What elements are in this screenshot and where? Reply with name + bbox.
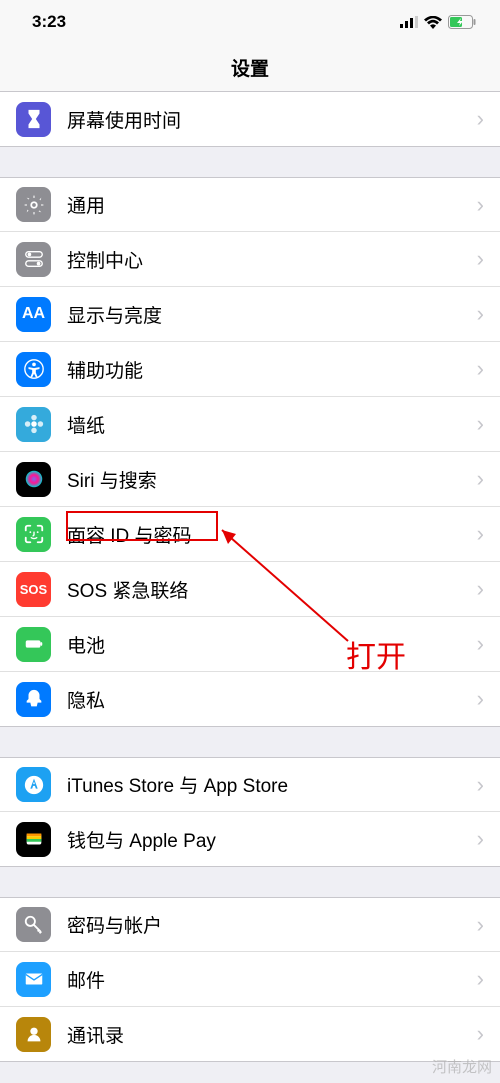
settings-row-mail[interactable]: 邮件 › [0,952,500,1007]
settings-row-display[interactable]: AA 显示与亮度 › [0,287,500,342]
hourglass-icon [16,102,51,137]
row-label: 面容 ID 与密码 [67,521,469,548]
settings-row-siri[interactable]: Siri 与搜索 › [0,452,500,507]
key-icon [16,907,51,942]
wifi-icon [424,16,442,29]
row-label: 辅助功能 [67,356,469,383]
appstore-icon [16,767,51,802]
settings-row-privacy[interactable]: 隐私 › [0,672,500,727]
row-label: 墙纸 [67,411,469,438]
chevron-right-icon: › [477,192,484,218]
chevron-right-icon: › [477,686,484,712]
chevron-right-icon: › [477,246,484,272]
row-label: Siri 与搜索 [67,466,469,493]
wallet-icon [16,822,51,857]
hand-icon [16,682,51,717]
chevron-right-icon: › [477,912,484,938]
row-label: iTunes Store 与 App Store [67,771,469,798]
chevron-right-icon: › [477,772,484,798]
chevron-right-icon: › [477,1021,484,1047]
settings-row-sos[interactable]: SOS SOS 紧急联络 › [0,562,500,617]
watermark: 河南龙网 [432,1056,492,1077]
text-size-icon: AA [16,297,51,332]
cellular-icon [400,16,418,28]
row-label: 控制中心 [67,246,469,273]
chevron-right-icon: › [477,576,484,602]
faceid-icon [16,517,51,552]
nav-bar: 设置 [0,44,500,92]
chevron-right-icon: › [477,966,484,992]
page-title: 设置 [231,54,269,81]
chevron-right-icon: › [477,521,484,547]
row-label: 电池 [67,631,469,658]
settings-row-general[interactable]: 通用 › [0,177,500,232]
settings-group: 屏幕使用时间 › [0,92,500,147]
siri-icon [16,462,51,497]
settings-row-itunes[interactable]: iTunes Store 与 App Store › [0,757,500,812]
status-icons [400,15,476,29]
settings-group: iTunes Store 与 App Store › 钱包与 Apple Pay › [0,757,500,867]
row-label: 通用 [67,191,469,218]
settings-row-screentime[interactable]: 屏幕使用时间 › [0,92,500,147]
settings-row-accessibility[interactable]: 辅助功能 › [0,342,500,397]
status-bar: 3:23 [0,0,500,44]
row-label: 隐私 [67,686,469,713]
settings-row-wallpaper[interactable]: 墙纸 › [0,397,500,452]
settings-row-passwords[interactable]: 密码与帐户 › [0,897,500,952]
accessibility-icon [16,352,51,387]
settings-row-wallet[interactable]: 钱包与 Apple Pay › [0,812,500,867]
settings-row-battery[interactable]: 电池 › [0,617,500,672]
chevron-right-icon: › [477,356,484,382]
chevron-right-icon: › [477,411,484,437]
battery-icon [16,627,51,662]
contacts-icon [16,1017,51,1052]
chevron-right-icon: › [477,631,484,657]
row-label: 屏幕使用时间 [67,106,469,133]
settings-row-contacts[interactable]: 通讯录 › [0,1007,500,1062]
settings-row-faceid[interactable]: 面容 ID 与密码 › [0,507,500,562]
gear-icon [16,187,51,222]
status-time: 3:23 [32,12,66,32]
chevron-right-icon: › [477,466,484,492]
battery-icon [448,15,476,29]
sos-icon: SOS [16,572,51,607]
chevron-right-icon: › [477,301,484,327]
row-label: 邮件 [67,966,469,993]
settings-group: 通用›控制中心›AA显示与亮度›辅助功能›墙纸›Siri 与搜索›面容 ID 与… [0,177,500,727]
row-label: SOS 紧急联络 [67,576,469,603]
mail-icon [16,962,51,997]
chevron-right-icon: › [477,106,484,132]
settings-row-control[interactable]: 控制中心 › [0,232,500,287]
chevron-right-icon: › [477,826,484,852]
settings-group: 密码与帐户 › 邮件 › 通讯录 › [0,897,500,1062]
flower-icon [16,407,51,442]
switches-icon [16,242,51,277]
row-label: 密码与帐户 [67,911,469,938]
row-label: 通讯录 [67,1021,469,1048]
row-label: 钱包与 Apple Pay [67,826,469,853]
row-label: 显示与亮度 [67,301,469,328]
